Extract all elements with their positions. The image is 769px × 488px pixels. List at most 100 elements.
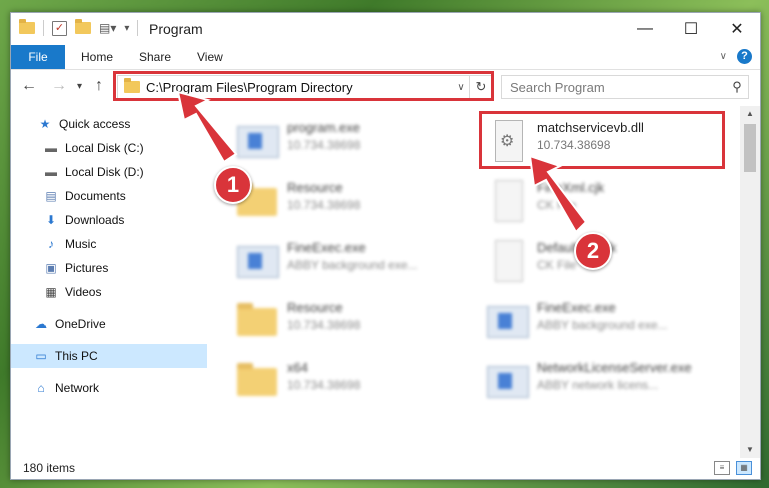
file-name: FineExec.exe xyxy=(287,240,366,255)
sidebar-item-label: Pictures xyxy=(65,261,109,275)
application-icon xyxy=(487,360,529,404)
music-icon: ♪ xyxy=(48,237,54,251)
folder-icon xyxy=(19,19,35,34)
sidebar-item-label: This PC xyxy=(55,349,98,363)
status-bar: 180 items ≡ ▦ xyxy=(11,458,760,479)
application-icon xyxy=(487,300,529,344)
minimize-button[interactable]: — xyxy=(622,13,668,45)
sidebar-item-network[interactable]: ⌂ Network xyxy=(11,376,226,400)
expand-ribbon-icon[interactable]: ∨ xyxy=(720,51,727,62)
network-icon: ⌂ xyxy=(37,381,45,395)
tab-view[interactable]: View xyxy=(185,45,235,69)
properties-icon[interactable]: ✓ xyxy=(52,20,67,36)
document-icon xyxy=(487,240,525,284)
documents-icon: ▤ xyxy=(45,189,57,203)
sidebar-item-this-pc[interactable]: ▭ This PC xyxy=(11,344,226,368)
download-icon: ⬇ xyxy=(45,213,57,227)
file-item-x64-folder[interactable]: x64 10.734.38698 xyxy=(207,354,447,410)
file-item-fineexec-exe[interactable]: FineExec.exe ABBY background exe... xyxy=(207,234,447,290)
drive-icon: ▬ xyxy=(45,141,57,155)
sidebar-item-label: Local Disk (C:) xyxy=(65,141,144,155)
application-icon xyxy=(237,120,279,164)
cloud-icon: ☁ xyxy=(35,317,47,331)
step-2-badge: 2 xyxy=(574,232,612,270)
file-item-program-exe[interactable]: program.exe 10.734.38698 xyxy=(207,114,447,170)
sidebar-item-documents[interactable]: ▤ Documents 📌 xyxy=(11,184,236,208)
sidebar-item-downloads[interactable]: ⬇ Downloads 📌 xyxy=(11,208,236,232)
file-name: NetworkLicenseServer.exe xyxy=(537,360,692,375)
close-button[interactable]: ✕ xyxy=(714,13,760,45)
document-icon xyxy=(487,180,525,224)
back-arrow-icon[interactable]: ← xyxy=(21,77,37,95)
sidebar-item-music[interactable]: ♪ Music 📌 xyxy=(11,232,236,256)
navigation-bar: ← → ▾ ↑ C:\Program Files\Program Directo… xyxy=(11,70,760,104)
tiles-view-icon[interactable]: ▦ xyxy=(736,461,752,475)
file-version: 10.734.38698 xyxy=(287,378,361,392)
scroll-thumb[interactable] xyxy=(744,124,756,172)
file-item-finexml-cjk[interactable]: FineXml.cjk CK File xyxy=(457,174,697,230)
step-1-badge: 1 xyxy=(214,166,252,204)
explorer-window: ✓ ▤▾ ▾ Program — ☐ ✕ File Home Share Vie… xyxy=(10,12,761,480)
sidebar-item-pictures[interactable]: ▣ Pictures 📌 xyxy=(11,256,236,280)
sidebar-item-onedrive[interactable]: ☁ OneDrive xyxy=(11,312,226,336)
sidebar-item-local-disk-d[interactable]: ▬ Local Disk (D:) 📌 xyxy=(11,160,236,184)
file-list: program.exe 10.734.38698 ⚙ matchservicev… xyxy=(207,106,740,458)
file-name: program.exe xyxy=(287,120,360,135)
file-item-fineexec-exe[interactable]: FineExec.exe ABBY background exe... xyxy=(457,294,697,350)
file-description: ABBY background exe... xyxy=(537,318,668,332)
file-name: FineExec.exe xyxy=(537,300,616,315)
file-type: CK File xyxy=(537,198,577,212)
scroll-up-icon[interactable]: ▲ xyxy=(740,106,760,122)
vertical-scrollbar[interactable]: ▲ ▼ xyxy=(740,106,760,458)
file-description: ABBY network licens... xyxy=(537,378,659,392)
sidebar-item-videos[interactable]: ▦ Videos 📌 xyxy=(11,280,236,304)
search-icon[interactable]: ⚲ xyxy=(726,79,748,95)
address-highlight-box xyxy=(113,71,494,101)
file-name: x64 xyxy=(287,360,308,375)
details-view-icon[interactable]: ≡ xyxy=(714,461,730,475)
sidebar-item-label: Documents xyxy=(65,189,126,203)
window-title: Program xyxy=(149,21,203,37)
file-highlight-box xyxy=(479,111,725,169)
file-name: FineXml.cjk xyxy=(537,180,605,195)
sidebar-item-label: Music xyxy=(65,237,97,251)
file-version: 10.734.38698 xyxy=(287,198,361,212)
application-icon xyxy=(237,240,279,284)
sidebar-item-label: Downloads xyxy=(65,213,125,227)
recent-locations-icon[interactable]: ▾ xyxy=(77,81,82,92)
title-bar: ✓ ▤▾ ▾ Program — ☐ ✕ xyxy=(11,13,760,45)
item-count: 180 items xyxy=(23,461,76,475)
sidebar-item-label: Videos xyxy=(65,285,102,299)
tab-file[interactable]: File xyxy=(11,45,65,69)
search-placeholder: Search Program xyxy=(510,79,605,95)
new-folder-icon[interactable] xyxy=(75,19,91,34)
ribbon-tabs: File Home Share View ∨ ? xyxy=(11,45,760,70)
file-description: ABBY background exe... xyxy=(287,258,418,272)
file-name: Resource xyxy=(287,300,343,315)
tab-share[interactable]: Share xyxy=(127,45,183,69)
tab-home[interactable]: Home xyxy=(69,45,125,69)
sidebar-item-local-disk-c[interactable]: ▬ Local Disk (C:) 📌 xyxy=(11,136,236,160)
folder-icon xyxy=(237,360,277,404)
scroll-down-icon[interactable]: ▼ xyxy=(740,442,760,458)
customize-toolbar-icon[interactable]: ▾ xyxy=(124,23,129,34)
sidebar-item-label: OneDrive xyxy=(55,317,106,331)
sidebar-item-quick-access[interactable]: ★ Quick access xyxy=(11,112,230,136)
help-icon[interactable]: ? xyxy=(737,49,752,64)
file-name: Resource xyxy=(287,180,343,195)
maximize-button[interactable]: ☐ xyxy=(668,13,714,45)
file-version: 10.734.38698 xyxy=(287,138,361,152)
up-arrow-icon[interactable]: ↑ xyxy=(95,77,103,95)
search-input[interactable]: Search Program ⚲ xyxy=(501,75,749,99)
file-type: CK File xyxy=(537,258,577,272)
sidebar-item-label: Network xyxy=(55,381,100,395)
drive-icon: ▬ xyxy=(45,165,57,179)
file-item-resource-folder[interactable]: Resource 10.734.38698 xyxy=(207,294,447,350)
view-options-icon[interactable]: ▤▾ xyxy=(99,21,116,35)
forward-arrow-icon[interactable]: → xyxy=(51,77,67,95)
star-icon: ★ xyxy=(39,117,51,131)
computer-icon: ▭ xyxy=(35,349,47,363)
file-version: 10.734.38698 xyxy=(287,318,361,332)
navigation-pane: ★ Quick access ▬ Local Disk (C:) 📌 ▬ Loc… xyxy=(11,106,230,458)
file-item-networklicenseserver-exe[interactable]: NetworkLicenseServer.exe ABBY network li… xyxy=(457,354,697,410)
